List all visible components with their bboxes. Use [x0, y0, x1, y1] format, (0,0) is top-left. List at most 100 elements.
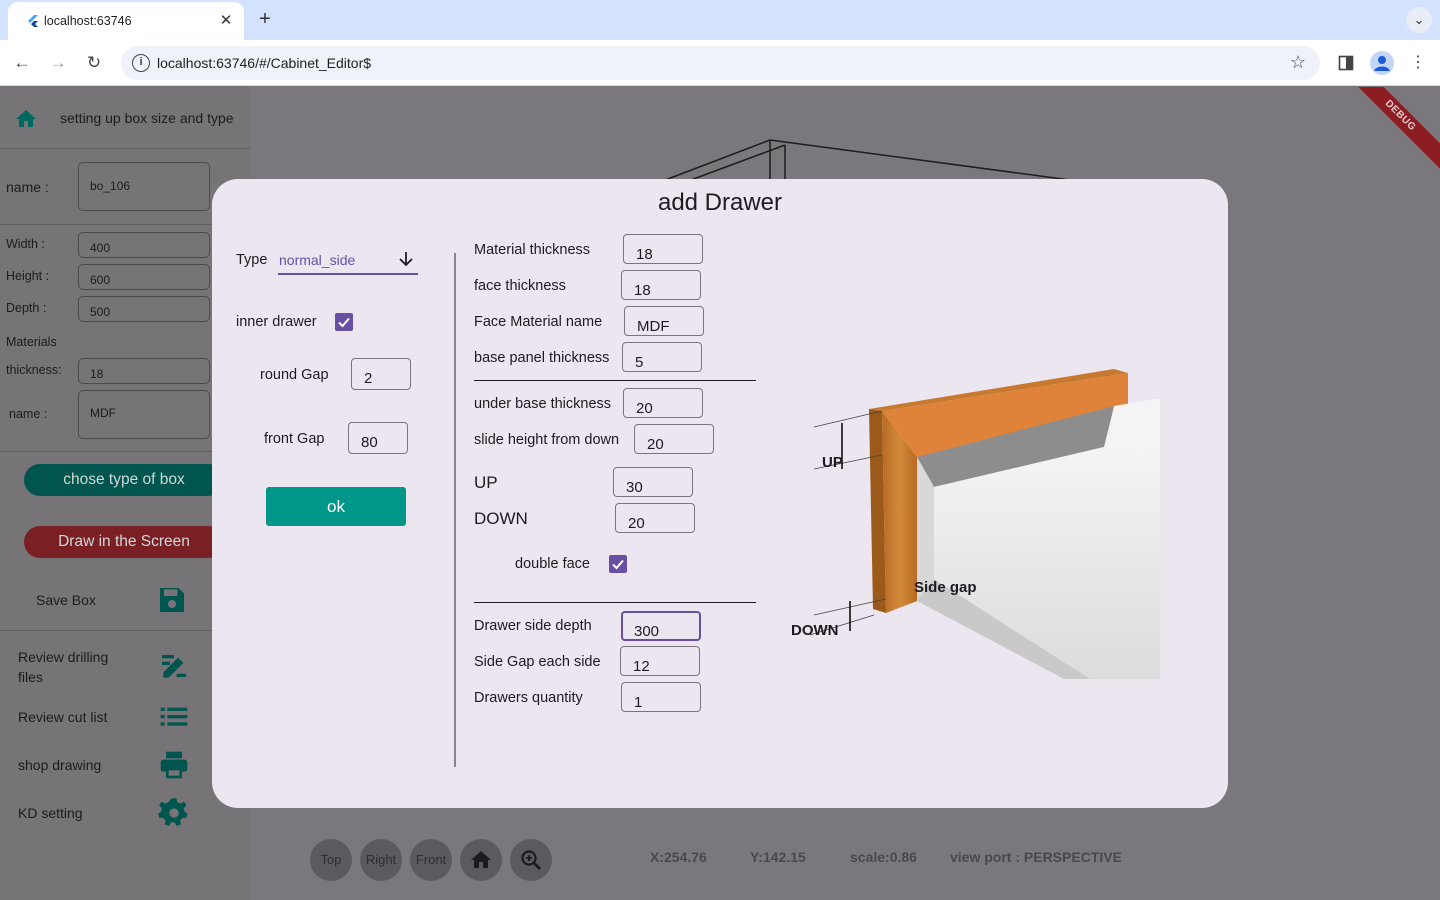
face-thickness-input[interactable]: 18	[621, 270, 701, 300]
round-gap-input[interactable]: 2	[351, 358, 411, 390]
height-input[interactable]: 600	[78, 264, 210, 290]
flutter-icon	[28, 15, 38, 27]
divider	[474, 602, 756, 603]
site-info-icon[interactable]: i	[132, 54, 150, 72]
round-gap-label: round Gap	[260, 367, 329, 383]
tab-title: localhost:63746	[44, 14, 132, 28]
sidebar-header: setting up box size and type	[0, 87, 250, 149]
material-name-input[interactable]: MDF	[78, 390, 210, 439]
status-x: X:254.76	[650, 849, 707, 865]
front-gap-input[interactable]: 80	[348, 422, 408, 454]
gear-icon[interactable]	[158, 797, 190, 829]
kd-setting-label[interactable]: KD setting	[18, 803, 83, 823]
face-material-label: Face Material name	[474, 314, 603, 330]
slide-height-label: slide height from down	[474, 432, 620, 448]
top-view-button[interactable]: Top	[310, 839, 352, 881]
double-face-checkbox[interactable]	[609, 555, 627, 573]
front-view-button[interactable]: Front	[410, 839, 452, 881]
browser-menu-icon[interactable]: ⋮	[1406, 51, 1430, 75]
chose-type-button[interactable]: chose type of box	[24, 464, 224, 496]
depth-label: Depth :	[6, 301, 47, 315]
ok-button[interactable]: ok	[266, 487, 406, 526]
side-gap-label: Side Gap each side	[474, 654, 601, 670]
face-thickness-label: face thickness	[474, 278, 566, 294]
list-icon[interactable]	[158, 701, 190, 733]
up-annotation: UP	[822, 454, 843, 471]
down-annotation: DOWN	[791, 622, 839, 639]
height-label: Height :	[6, 269, 50, 283]
check-icon	[612, 559, 624, 570]
tab-close-icon[interactable]: ✕	[216, 11, 236, 31]
home-view-button[interactable]	[460, 839, 502, 881]
side-depth-input[interactable]: 300	[621, 611, 701, 641]
name-label: name :	[6, 179, 49, 195]
save-icon[interactable]	[156, 584, 188, 616]
up-label: UP	[474, 473, 498, 492]
face-material-input[interactable]: MDF	[624, 306, 704, 336]
check-icon	[338, 317, 350, 328]
slide-height-input[interactable]: 20	[634, 424, 714, 454]
side-gap-annotation: Side gap	[914, 579, 977, 596]
base-panel-label: base panel thickness	[474, 350, 610, 366]
depth-input[interactable]: 500	[78, 296, 210, 322]
down-input[interactable]: 20	[615, 503, 695, 533]
material-thickness-input[interactable]: 18	[623, 234, 703, 264]
print-icon[interactable]	[158, 749, 190, 781]
type-dropdown[interactable]: normal_side	[279, 252, 355, 268]
type-label: Type	[236, 252, 268, 268]
home-icon	[471, 851, 491, 868]
edit-note-icon[interactable]	[158, 651, 190, 683]
side-depth-label: Drawer side depth	[474, 618, 592, 634]
forward-icon[interactable]: →	[46, 51, 70, 75]
thickness-label: thickness:	[6, 363, 62, 377]
divider	[474, 380, 756, 381]
dropdown-underline	[278, 273, 418, 275]
back-icon[interactable]: ←	[10, 51, 34, 75]
shop-drawing-label[interactable]: shop drawing	[18, 755, 101, 775]
width-input[interactable]: 400	[78, 232, 210, 258]
zoom-in-icon	[521, 850, 541, 870]
side-panel-icon[interactable]	[1334, 51, 1358, 75]
quantity-input[interactable]: 1	[621, 682, 701, 712]
width-label: Width :	[6, 237, 45, 251]
home-icon[interactable]	[14, 107, 38, 131]
review-cut-list-label[interactable]: Review cut list	[18, 707, 107, 727]
arrow-down-icon[interactable]	[396, 249, 416, 269]
status-viewport: view port : PERSPECTIVE	[950, 849, 1122, 865]
profile-avatar-icon[interactable]	[1370, 51, 1394, 75]
front-gap-label: front Gap	[264, 431, 325, 447]
zoom-button[interactable]	[510, 839, 552, 881]
url-text[interactable]: localhost:63746/#/Cabinet_Editor$	[157, 55, 371, 71]
material-name-label: name :	[9, 407, 48, 421]
inner-drawer-checkbox[interactable]	[335, 313, 353, 331]
status-scale: scale:0.86	[850, 849, 917, 865]
under-base-input[interactable]: 20	[623, 388, 703, 418]
materials-label: Materials	[6, 335, 57, 349]
base-panel-input[interactable]: 5	[622, 342, 702, 372]
new-tab-button[interactable]: +	[254, 8, 276, 30]
double-face-label: double face	[515, 556, 590, 572]
vertical-divider	[454, 253, 456, 767]
drawer-illustration: UP DOWN Side gap	[791, 369, 1160, 679]
up-input[interactable]: 30	[613, 467, 693, 497]
draw-in-screen-button[interactable]: Draw in the Screen	[24, 526, 224, 558]
thickness-input[interactable]: 18	[78, 358, 210, 384]
add-drawer-dialog: add Drawer Type normal_side inner drawer…	[212, 179, 1228, 808]
right-view-button[interactable]: Right	[360, 839, 402, 881]
address-bar[interactable]: i localhost:63746/#/Cabinet_Editor$ ☆	[121, 46, 1320, 80]
tab-search-icon[interactable]: ⌄	[1406, 7, 1432, 33]
browser-tab-bar: localhost:63746 ✕ + ⌄	[0, 0, 1440, 40]
browser-toolbar: ← → ↻ i localhost:63746/#/Cabinet_Editor…	[0, 40, 1440, 86]
name-input[interactable]: bo_106	[78, 162, 210, 211]
status-y: Y:142.15	[750, 849, 806, 865]
browser-tab[interactable]: localhost:63746 ✕	[8, 2, 244, 40]
down-label: DOWN	[474, 509, 528, 528]
sidebar-title: setting up box size and type	[60, 110, 234, 126]
review-drilling-label[interactable]: Review drilling files	[18, 647, 128, 687]
reload-icon[interactable]: ↻	[82, 51, 106, 75]
side-gap-input[interactable]: 12	[620, 646, 700, 676]
material-thickness-label: Material thickness	[474, 242, 591, 258]
quantity-label: Drawers quantity	[474, 690, 583, 706]
bookmark-star-icon[interactable]: ☆	[1290, 52, 1306, 73]
save-box-label[interactable]: Save Box	[36, 590, 96, 610]
